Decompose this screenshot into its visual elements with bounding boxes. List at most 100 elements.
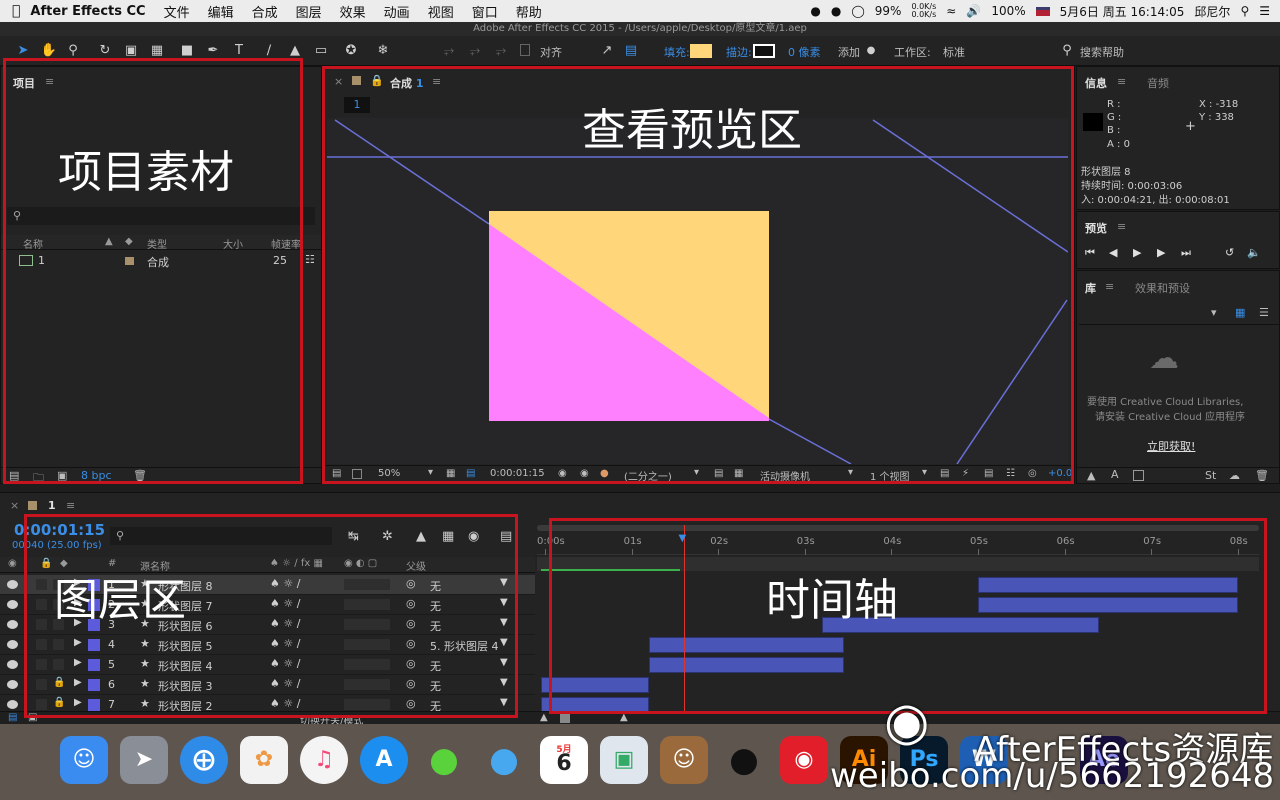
lock-column-icon[interactable]: 🔒 [40, 558, 52, 569]
finder-icon[interactable]: ☺ [60, 736, 108, 784]
comp-breadcrumb[interactable]: 1 [344, 97, 370, 113]
photos-icon[interactable]: ✿ [240, 736, 288, 784]
play-icon[interactable]: ▶ [1133, 246, 1141, 259]
notification-center-icon[interactable]: ☰ [1259, 4, 1270, 18]
qq-status-icon[interactable]: ● [810, 4, 820, 18]
visibility-eye-icon[interactable] [7, 620, 18, 629]
col-size[interactable]: 大小 [223, 236, 243, 251]
always-preview-icon[interactable]: ▤ [332, 468, 341, 479]
layer-mode-switches[interactable] [344, 679, 390, 690]
frame-blending-icon[interactable]: ▦ [442, 529, 454, 544]
exposure-value[interactable]: +0.0 [1048, 468, 1072, 479]
app-menu[interactable]: After Effects CC [30, 4, 145, 19]
eraser-tool-icon[interactable]: ▭ [312, 42, 330, 60]
timeline-search-input[interactable]: ⚲ [110, 527, 332, 545]
current-timecode[interactable]: 0:00:01:15 [14, 521, 105, 539]
solo-toggle[interactable] [36, 659, 47, 670]
tab-composition[interactable]: 合成 1 [390, 75, 424, 91]
layer-switches[interactable]: ♠ ☼ ∕ [270, 657, 300, 670]
library-select[interactable]: ▾ ▦ ☰ [1079, 303, 1279, 325]
label-tag-icon[interactable]: ◆ [125, 236, 133, 247]
text-tool-icon[interactable]: T [230, 42, 248, 60]
preview-app-icon[interactable]: ▣ [600, 736, 648, 784]
lock-toggle[interactable] [53, 639, 64, 650]
col-name[interactable]: 名称 [23, 236, 43, 251]
solo-toggle[interactable] [36, 639, 47, 650]
apple-icon[interactable]:  [12, 3, 20, 19]
tab-info[interactable]: 信息 [1085, 75, 1107, 91]
last-frame-icon[interactable]: ⏭ [1181, 246, 1191, 260]
trash-icon[interactable]: 🗑 [1255, 469, 1269, 482]
time-ruler[interactable]: 0:00s 01s 02s 03s 04s 05s 06s 07s 08s [537, 533, 1259, 555]
rotate-tool-icon[interactable]: ↻ [96, 42, 114, 60]
add-graphic-icon[interactable] [1133, 470, 1144, 481]
lock-icon[interactable]: 🔒 [53, 677, 65, 688]
selection-tool-icon[interactable]: ➤ [14, 42, 32, 60]
solo-toggle[interactable] [36, 679, 47, 690]
netease-music-icon[interactable]: ◉ [780, 736, 828, 784]
composition-viewer[interactable] [327, 118, 1068, 464]
panel-menu-icon[interactable]: ≡ [432, 75, 441, 88]
fill-label[interactable]: 填充: [664, 44, 690, 60]
clone-stamp-tool-icon[interactable]: ▲ [286, 42, 304, 60]
dropdown-icon[interactable]: ▾ [848, 467, 853, 478]
pixel-aspect-icon[interactable]: ▤ [940, 468, 949, 479]
calendar-icon[interactable]: 5月 6 [540, 736, 588, 784]
layer-duration-bar[interactable] [541, 677, 649, 693]
lock-icon[interactable]: 🔒 [53, 697, 65, 708]
camera-tool-icon[interactable]: ▣ [122, 42, 140, 60]
messages-icon[interactable]: ● [480, 736, 528, 784]
grid-view-icon[interactable]: ▦ [1235, 306, 1245, 319]
dropdown-icon[interactable]: ▼ [500, 597, 508, 608]
work-area-bar[interactable] [537, 525, 1259, 531]
show-snapshot-icon[interactable]: ◉ [580, 468, 589, 479]
visibility-eye-icon[interactable] [7, 640, 18, 649]
help-search-input[interactable]: 搜索帮助 [1080, 44, 1124, 60]
visibility-eye-icon[interactable] [7, 680, 18, 689]
stock-icon[interactable]: St [1205, 469, 1216, 482]
menu-view[interactable]: 视图 [428, 2, 454, 21]
list-view-icon[interactable]: ☰ [1259, 306, 1269, 319]
battery-app-icon[interactable]: ◯ [851, 4, 864, 18]
mute-audio-icon[interactable]: 🔈 [1247, 246, 1261, 259]
visibility-eye-icon[interactable] [7, 580, 18, 589]
transfer-controls-icon[interactable]: ▣ [28, 712, 37, 723]
draft-3d-icon[interactable]: ✲ [382, 529, 393, 544]
layer-mode-switches[interactable] [344, 619, 390, 630]
layer-switches-icon[interactable]: ▤ [8, 712, 17, 723]
dropdown-icon[interactable]: ▼ [500, 677, 508, 688]
loop-icon[interactable]: ↺ [1225, 246, 1234, 259]
contacts-icon[interactable]: ☺ [660, 736, 708, 784]
pick-whip-icon[interactable]: ◎ [406, 577, 416, 590]
layer-row[interactable]: 🔒 ▶ 6 ★ 形状图层 3 ♠ ☼ ∕ ◎ 无 ▼ [0, 675, 535, 695]
solo-toggle[interactable] [36, 599, 47, 610]
puppet-pin-tool-icon[interactable]: ❄ [374, 42, 392, 60]
panel-menu-icon[interactable]: ≡ [45, 75, 54, 88]
channel-icon[interactable]: ● [600, 468, 609, 479]
layer-mode-switches[interactable] [344, 699, 390, 710]
tab-preview[interactable]: 预览 [1085, 220, 1107, 236]
tab-audio[interactable]: 音频 [1147, 75, 1169, 91]
playhead-line[interactable]: ▼ [679, 525, 686, 713]
av-features-icon[interactable]: ◉ [8, 558, 17, 569]
user-name[interactable]: 邱尼尔 [1194, 3, 1230, 20]
views-select[interactable]: 1 个视图 [870, 468, 910, 483]
tab-timeline-comp[interactable]: 1 [48, 499, 56, 512]
dropdown-icon[interactable]: ▼ [500, 637, 508, 648]
clock[interactable]: 5月6日 周五 16:14:05 [1060, 3, 1185, 20]
dropdown-icon[interactable]: ▾ [922, 467, 927, 478]
mask-toggle[interactable] [352, 469, 362, 479]
parent-select[interactable]: 无 [430, 618, 441, 634]
axis-local-icon[interactable]: ⥅ [440, 42, 458, 60]
spotlight-icon[interactable]: ⚲ [1240, 4, 1249, 18]
work-area-range[interactable] [537, 557, 1259, 571]
menu-layer[interactable]: 图层 [296, 2, 322, 21]
col-type[interactable]: 类型 [147, 236, 167, 251]
add-content-icon[interactable]: ▲ [1087, 469, 1095, 482]
new-comp-icon[interactable]: ▣ [57, 469, 67, 482]
stroke-label[interactable]: 描边: [726, 44, 752, 60]
dropdown-icon[interactable]: ▾ [1211, 306, 1217, 319]
col-parent[interactable]: 父级 [406, 558, 426, 573]
app-store-icon[interactable]: A [360, 736, 408, 784]
pick-whip-icon[interactable]: ◎ [406, 597, 416, 610]
